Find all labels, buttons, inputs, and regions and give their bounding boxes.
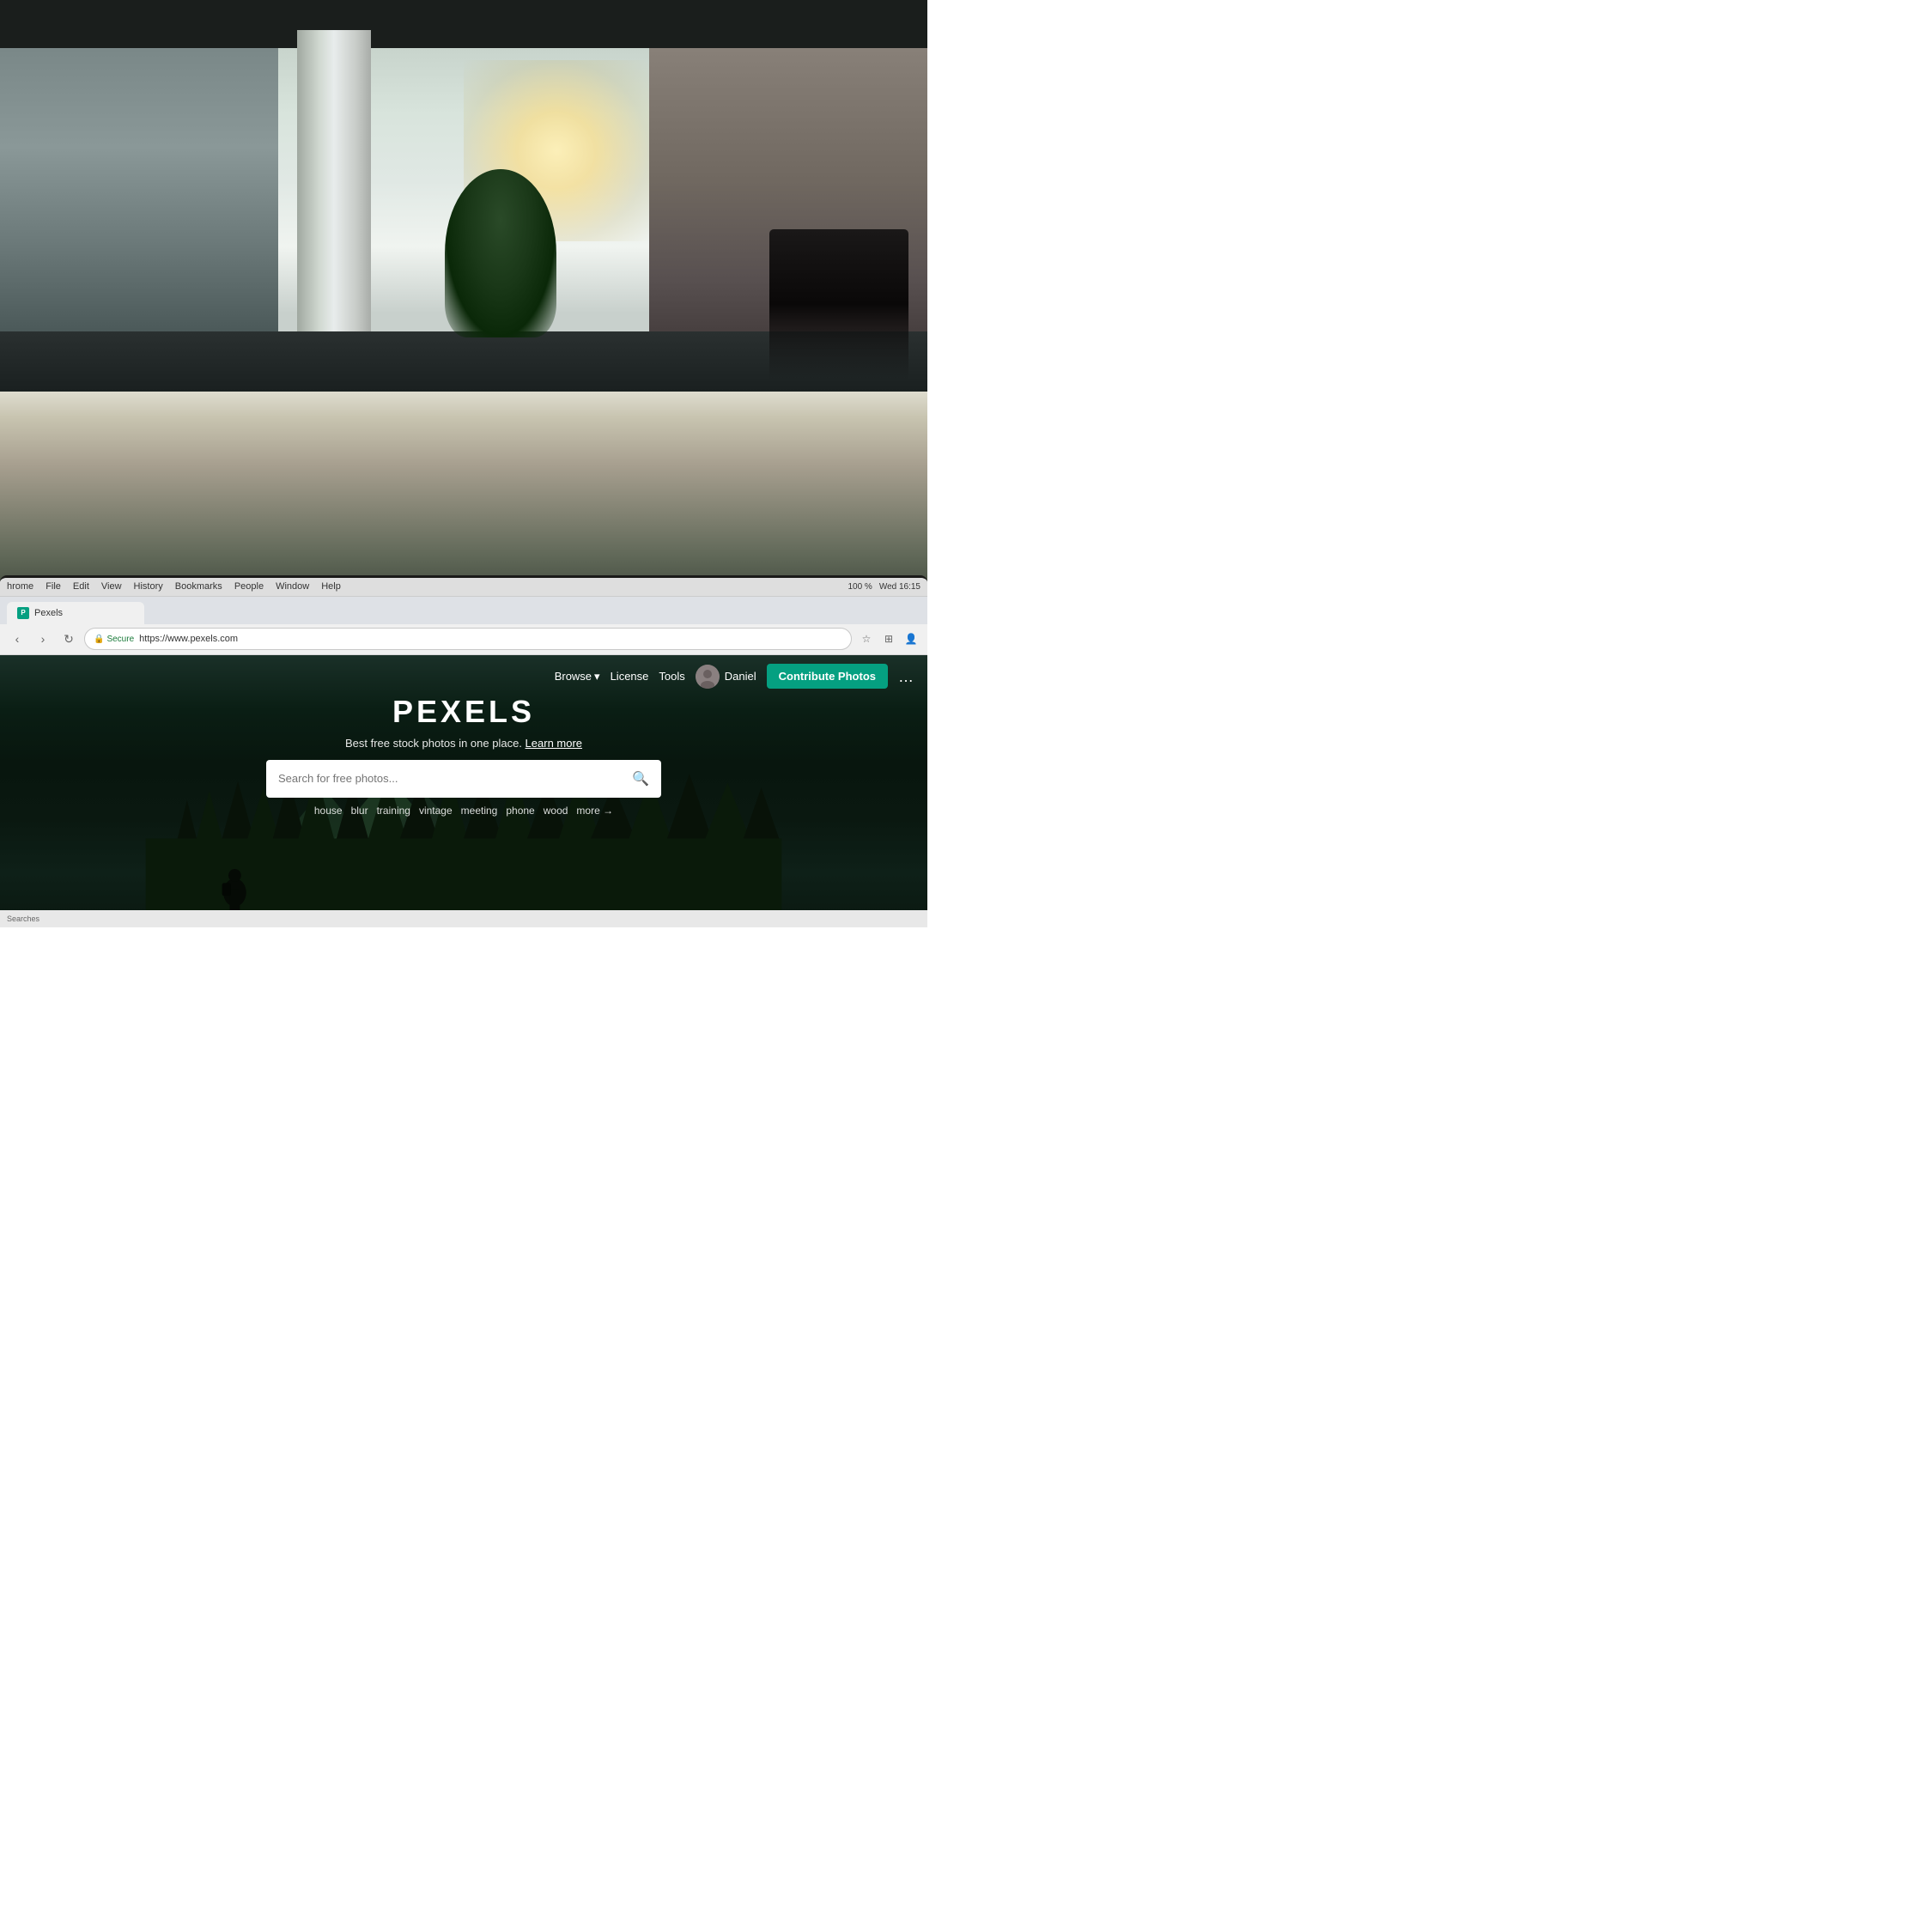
user-avatar[interactable] xyxy=(696,665,720,689)
screen-bezel: hrome File Edit View History Bookmarks P… xyxy=(0,575,927,927)
forward-button[interactable]: › xyxy=(33,629,53,649)
suggestion-meeting[interactable]: meeting xyxy=(461,805,498,817)
avatar-image xyxy=(696,665,720,689)
search-bar[interactable]: 🔍 xyxy=(266,760,661,798)
user-area: Daniel xyxy=(696,665,756,689)
bg-chair xyxy=(769,229,908,380)
tab-title: Pexels xyxy=(34,608,63,618)
status-text: Searches xyxy=(7,914,39,923)
back-button[interactable]: ‹ xyxy=(7,629,27,649)
system-menubar: hrome File Edit View History Bookmarks P… xyxy=(0,578,927,597)
menu-window[interactable]: Window xyxy=(276,581,309,592)
extensions-icon[interactable]: ⊞ xyxy=(879,629,898,648)
toolbar-icons: ☆ ⊞ 👤 xyxy=(857,629,920,648)
menu-bookmarks[interactable]: Bookmarks xyxy=(175,581,222,592)
suggestion-wood[interactable]: wood xyxy=(544,805,568,817)
bg-plant xyxy=(445,169,556,338)
suggestion-house[interactable]: house xyxy=(314,805,343,817)
bookmark-icon[interactable]: ☆ xyxy=(857,629,876,648)
suggestion-phone[interactable]: phone xyxy=(506,805,534,817)
learn-more-link[interactable]: Learn more xyxy=(526,737,582,750)
lock-icon: 🔒 xyxy=(94,635,104,644)
license-nav[interactable]: License xyxy=(611,670,649,683)
tab-favicon: P xyxy=(17,607,29,619)
search-input[interactable] xyxy=(278,772,625,785)
menu-edit[interactable]: Edit xyxy=(73,581,89,592)
user-name-label: Daniel xyxy=(725,670,756,683)
more-suggestions-button[interactable]: more → xyxy=(576,805,613,817)
hero-text-area: PEXELS Best free stock photos in one pla… xyxy=(0,694,927,817)
website-content: Browse ▾ License Tools xyxy=(0,655,927,927)
system-status-area: 100 % Wed 16:15 xyxy=(848,582,920,592)
active-tab[interactable]: P Pexels xyxy=(7,602,144,624)
browse-chevron-icon: ▾ xyxy=(594,670,600,683)
browse-nav[interactable]: Browse ▾ xyxy=(555,670,600,683)
search-icon[interactable]: 🔍 xyxy=(632,770,649,787)
url-display[interactable]: https://www.pexels.com xyxy=(139,634,238,644)
suggestion-vintage[interactable]: vintage xyxy=(419,805,453,817)
menu-people[interactable]: People xyxy=(234,581,264,592)
search-suggestions: house blur training vintage meeting phon… xyxy=(314,805,613,817)
browser-window: hrome File Edit View History Bookmarks P… xyxy=(0,578,927,927)
tab-bar: P Pexels xyxy=(0,597,927,624)
suggestion-blur[interactable]: blur xyxy=(351,805,368,817)
menu-help[interactable]: Help xyxy=(321,581,341,592)
menu-view[interactable]: View xyxy=(101,581,122,592)
more-options-button[interactable]: … xyxy=(898,669,914,684)
contribute-photos-button[interactable]: Contribute Photos xyxy=(767,664,888,689)
menu-apple[interactable]: hrome xyxy=(7,581,33,592)
bg-wall-left xyxy=(0,48,325,380)
battery-status: 100 % xyxy=(848,582,872,592)
profile-icon[interactable]: 👤 xyxy=(902,629,920,648)
tools-nav[interactable]: Tools xyxy=(659,670,684,683)
status-bar: Searches xyxy=(0,910,927,927)
refresh-button[interactable]: ↻ xyxy=(58,629,79,649)
chrome-toolbar: ‹ › ↻ 🔒 Secure https://www.pexels.com ☆ … xyxy=(0,624,927,655)
pexels-header: Browse ▾ License Tools xyxy=(0,655,927,698)
suggestion-training[interactable]: training xyxy=(377,805,410,817)
menu-file[interactable]: File xyxy=(46,581,61,592)
address-bar[interactable]: 🔒 Secure https://www.pexels.com xyxy=(84,628,852,650)
menu-items: hrome File Edit View History Bookmarks P… xyxy=(7,581,341,592)
pexels-tagline: Best free stock photos in one place. Lea… xyxy=(345,737,582,750)
secure-label: Secure xyxy=(106,635,134,644)
pexels-logo: PEXELS xyxy=(392,694,535,730)
pexels-hero: Browse ▾ License Tools xyxy=(0,655,927,927)
secure-badge: 🔒 Secure xyxy=(94,635,134,644)
menu-history[interactable]: History xyxy=(134,581,163,592)
pexels-nav-right: Browse ▾ License Tools xyxy=(555,664,914,689)
system-time: Wed 16:15 xyxy=(879,582,920,592)
